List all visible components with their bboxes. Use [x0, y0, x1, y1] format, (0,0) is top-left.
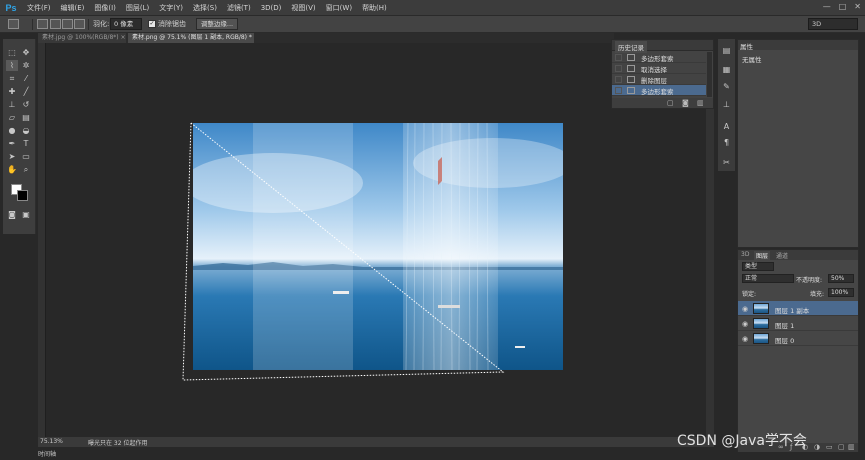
lock-label: 锁定:	[742, 291, 757, 298]
new-group-icon[interactable]: ▭	[826, 443, 833, 451]
layer-thumbnail	[753, 303, 769, 314]
history-panel-header: 历史记录	[612, 40, 713, 53]
new-layer-icon[interactable]: ▢	[838, 443, 845, 451]
history-scrollbar[interactable]	[707, 52, 712, 97]
layer-row-selected[interactable]: ◉ 图层 1 副本	[738, 301, 858, 316]
timeline-tab[interactable]: 时间轴	[38, 449, 68, 458]
layers-panel: 3D 图层 通道 类型 正常 不透明度: 50% 锁定: 填充: 100% ◉ …	[737, 249, 859, 452]
watermark: CSDN @Java学不会	[677, 433, 807, 449]
swatches-panel-icon[interactable]: ▦	[721, 64, 732, 74]
layer-row[interactable]: ◉ 图层 0	[738, 331, 858, 346]
blend-mode-select[interactable]: 正常	[742, 274, 794, 283]
clone-source-icon[interactable]: ⊥	[721, 99, 732, 109]
character-panel-icon[interactable]: A	[721, 121, 732, 131]
tab-channels[interactable]: 通道	[776, 251, 788, 260]
history-item-label: 多边形套索	[641, 55, 674, 63]
lasso-icon	[627, 87, 635, 94]
tools-panel-icon[interactable]: ✂	[721, 157, 732, 167]
history-footer: ▢ ◙ ▥	[612, 98, 713, 108]
layer-thumbnail	[753, 333, 769, 344]
properties-header: 属性	[738, 40, 858, 51]
eye-icon[interactable]: ◉	[742, 335, 748, 343]
fill-input[interactable]: 100%	[828, 288, 854, 297]
layer-name[interactable]: 图层 1 副本	[775, 305, 809, 315]
opacity-label: 不透明度:	[796, 277, 823, 284]
snapshot-source-icon[interactable]	[615, 87, 622, 94]
zoom-readout[interactable]: 75.13%	[40, 438, 63, 445]
lasso-icon	[627, 54, 635, 61]
history-panel-icon[interactable]: ▤	[721, 45, 732, 55]
history-panel: 历史记录 多边形套索 取消选择 删除图层 多边形套索 ▢ ◙ ▥	[611, 39, 714, 109]
properties-panel: 属性 无属性	[737, 39, 859, 248]
deselect-icon	[627, 65, 635, 72]
snapshot-source-icon[interactable]	[615, 76, 622, 83]
status-bar: 75.13% 曝光只在 32 位起作用	[38, 437, 714, 447]
history-item[interactable]: 多边形套索	[612, 52, 706, 63]
properties-value: 无属性	[742, 56, 762, 64]
lasso-selection-path	[182, 122, 505, 381]
history-item-selected[interactable]: 多边形套索	[612, 85, 706, 96]
delete-layer-icon	[627, 76, 635, 83]
tab-3d[interactable]: 3D	[741, 251, 749, 258]
snapshot-source-icon[interactable]	[615, 65, 622, 72]
layer-kind-filter[interactable]: 类型	[742, 262, 774, 271]
eye-icon[interactable]: ◉	[742, 320, 748, 328]
history-item-label: 取消选择	[641, 66, 667, 74]
paragraph-panel-icon[interactable]: ¶	[721, 137, 732, 147]
trash-icon[interactable]: ▥	[848, 443, 855, 451]
fill-label: 填充:	[810, 291, 825, 298]
adjustment-icon[interactable]: ◑	[814, 443, 820, 451]
eye-icon[interactable]: ◉	[742, 305, 748, 313]
new-snapshot-icon[interactable]: ◙	[682, 99, 689, 107]
history-item-label: 删除图层	[641, 77, 667, 85]
opacity-input[interactable]: 50%	[828, 274, 854, 283]
properties-tab[interactable]: 属性	[740, 41, 753, 51]
layer-name[interactable]: 图层 1	[775, 320, 794, 330]
panel-icon-strip: ▤ ▦ ✎ ⊥ A ¶ ✂	[718, 39, 735, 171]
layer-thumbnail	[753, 318, 769, 329]
trash-icon[interactable]: ▥	[697, 99, 704, 107]
history-item[interactable]: 取消选择	[612, 63, 706, 74]
history-item-label: 多边形套索	[641, 88, 674, 96]
new-document-icon[interactable]: ▢	[667, 99, 674, 107]
brush-panel-icon[interactable]: ✎	[721, 81, 732, 91]
layers-panel-tabs: 3D 图层 通道	[738, 250, 858, 260]
document-info: 曝光只在 32 位起作用	[88, 440, 148, 447]
tab-layers[interactable]: 图层	[754, 251, 771, 260]
layer-row[interactable]: ◉ 图层 1	[738, 316, 858, 331]
layer-name[interactable]: 图层 0	[775, 335, 794, 345]
snapshot-source-icon[interactable]	[615, 54, 622, 61]
history-item[interactable]: 删除图层	[612, 74, 706, 85]
